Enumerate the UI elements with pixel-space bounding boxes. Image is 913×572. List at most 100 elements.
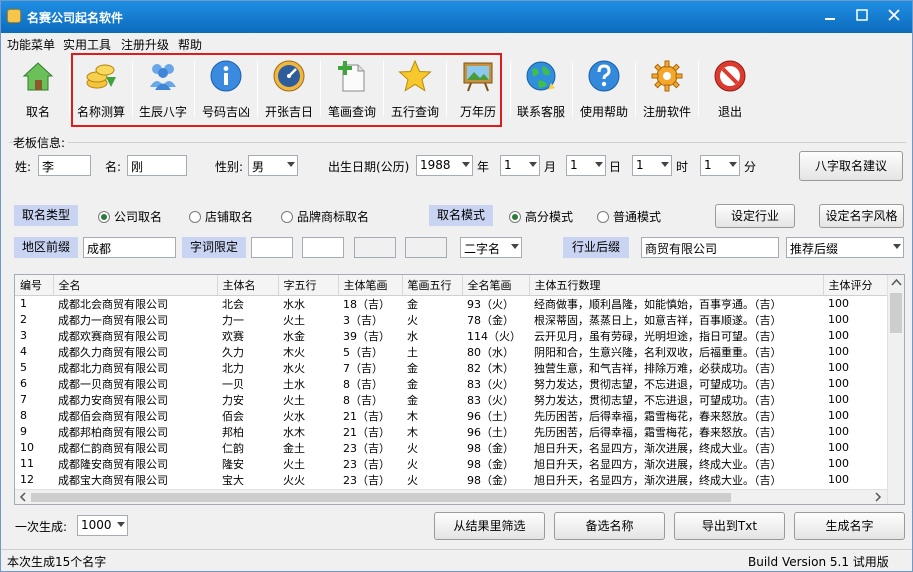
table-cell: 成都宝大商贸有限公司 [58,473,168,487]
table-cell: 成都仁韵商贸有限公司 [58,441,168,455]
table-cell: 21（吉） [343,409,390,423]
tool-register-button[interactable]: 注册软件 [636,57,698,121]
filter-results-button[interactable]: 从结果里筛选 [434,512,545,540]
table-row[interactable]: 8 成都佰会商贸有限公司 佰会 火水 21（吉） 木 96（土） 先历困苦，后得幸福，霜雪梅花… [15,408,889,424]
menu-help[interactable]: 帮助 [178,36,202,53]
radio-company-naming[interactable]: 公司取名 [98,208,162,225]
minimize-icon[interactable] [817,3,843,27]
birth-hour-select[interactable]: 1 [632,155,672,176]
table-cell: 金 [407,393,418,407]
table-cell: 火土 [283,313,305,327]
table-row[interactable]: 7 成都力安商贸有限公司 力安 火土 8（吉） 金 83（火） 努力发达，贯彻志望，不忘进退，… [15,392,889,408]
birth-day-select[interactable]: 1 [566,155,606,176]
scroll-up-icon[interactable] [888,275,905,291]
table-cell: 11 [20,457,34,470]
radio-brand-naming[interactable]: 品牌商标取名 [281,208,369,225]
column-header[interactable]: 字五行 [278,275,339,296]
recommend-suffix-select[interactable]: 推荐后缀 [786,237,904,258]
chevron-down-icon [893,244,901,249]
radio-shop-naming[interactable]: 店铺取名 [189,208,253,225]
column-header[interactable]: 主体五行数理 [529,275,824,296]
table-cell: 8 [20,409,27,422]
results-table: 编号 全名 主体名 字五行 主体笔画 笔画五行 全名笔画 主体五行数理 主体评分 1 成都北会商贸… [14,274,905,505]
table-cell: 6 [20,377,27,390]
vertical-scrollbar[interactable] [887,275,904,504]
scroll-left-icon[interactable] [16,490,30,504]
word-limit-field-1[interactable] [251,237,293,258]
table-row[interactable]: 2 成都力一商贸有限公司 力一 火土 3（吉） 火 78（金） 根深蒂固，蒸蒸日上，如意吉祥，… [15,312,889,328]
generate-names-button[interactable]: 生成名字 [794,512,905,540]
table-cell: 9 [20,425,27,438]
word-limit-field-2[interactable] [302,237,344,258]
given-name-field[interactable]: 刚 [127,155,187,176]
chevron-down-icon [117,522,125,527]
birth-minute-select[interactable]: 1 [700,155,740,176]
column-header[interactable]: 全名笔画 [462,275,530,296]
question-icon [588,60,620,92]
set-name-style-button[interactable]: 设定名字风格 [819,204,904,228]
table-cell: 100 [828,393,849,406]
table-cell: 邦柏 [222,425,244,439]
column-header[interactable]: 主体笔画 [338,275,403,296]
candidate-names-button[interactable]: 备选名称 [554,512,665,540]
table-cell: 80（水） [467,345,514,359]
table-cell: 100 [828,297,849,310]
table-row[interactable]: 5 成都北力商贸有限公司 北力 水火 7（吉） 金 82（木） 独营生意，和气吉祥，排除万难，… [15,360,889,376]
vertical-scroll-thumb[interactable] [890,293,902,333]
table-cell: 旭日升天，名显四方，渐次进展，终成大业。（吉） [534,441,782,455]
menu-function[interactable]: 功能菜单 [7,36,55,53]
bazi-advice-button[interactable]: 八字取名建议 [799,151,903,181]
table-cell: 23（吉） [343,441,390,455]
table-row[interactable]: 1 成都北会商贸有限公司 北会 水水 18（吉） 金 93（火） 经商做事，顺利昌隆，如能慎始… [15,295,889,312]
radio-high-score-mode[interactable]: 高分模式 [509,208,573,225]
tool-naming-button[interactable]: 取名 [7,57,69,121]
table-row[interactable]: 12 成都宝大商贸有限公司 宝大 火火 23（吉） 火 98（金） 旭日升天，名显四方，渐次进… [15,472,889,488]
table-row[interactable]: 9 成都邦柏商贸有限公司 邦柏 水木 21（吉） 木 96（土） 先历困苦，后得幸福，霜雪梅花… [15,424,889,440]
table-row[interactable]: 6 成都一贝商贸有限公司 一贝 土水 8（吉） 金 83（火） 努力发达，贯彻志望，不忘进退，… [15,376,889,392]
naming-type-tag: 取名类型 [14,205,78,226]
menu-tools[interactable]: 实用工具 [63,36,111,53]
horizontal-scroll-thumb[interactable] [31,493,731,502]
chevron-down-icon [511,244,519,249]
column-header[interactable]: 笔画五行 [402,275,463,296]
results-grid: 编号 全名 主体名 字五行 主体笔画 笔画五行 全名笔画 主体五行数理 主体评分 1 成都北会商贸… [15,275,890,504]
table-cell: 土水 [283,377,305,391]
close-icon[interactable] [881,3,907,27]
name-length-select[interactable]: 二字名 [460,237,522,258]
region-prefix-field[interactable]: 成都 [83,237,176,258]
set-industry-button[interactable]: 设定行业 [715,204,795,228]
radio-normal-mode[interactable]: 普通模式 [597,208,661,225]
radio-label: 店铺取名 [205,210,254,224]
menu-register[interactable]: 注册升级 [121,36,169,53]
table-cell: 98（金） [467,473,514,487]
table-cell: 100 [828,361,849,374]
column-header[interactable]: 主体评分 [823,275,890,296]
word-limit-field-3[interactable] [354,237,396,258]
tool-exit-button[interactable]: 退出 [699,57,761,121]
surname-field[interactable]: 李 [38,155,91,176]
tool-help-button[interactable]: 使用帮助 [573,57,635,121]
maximize-icon[interactable] [849,3,875,27]
column-header[interactable]: 全名 [53,275,218,296]
table-row[interactable]: 11 成都隆安商贸有限公司 隆安 火土 23（吉） 火 98（金） 旭日升天，名显四方，渐次进… [15,456,889,472]
generate-count-select[interactable]: 1000 [77,515,128,536]
industry-suffix-field[interactable]: 商贸有限公司 [641,237,779,258]
birth-year-select[interactable]: 1988 [416,155,473,176]
word-limit-field-4[interactable] [405,237,447,258]
horizontal-scrollbar[interactable] [15,489,887,504]
gender-select[interactable]: 男 [248,155,298,176]
table-row[interactable]: 3 成都欢赛商贸有限公司 欢赛 水金 39（吉） 水 114（火） 云开见月，虽有劳碌，光明坦… [15,328,889,344]
table-row[interactable]: 10 成都仁韵商贸有限公司 仁韵 金土 23（吉） 火 98（金） 旭日升天，名显四方，渐次进… [15,440,889,456]
column-header[interactable]: 编号 [15,275,54,296]
menu-bar: 功能菜单 实用工具 注册升级 帮助 [1,33,912,53]
birth-month-select[interactable]: 1 [500,155,540,176]
generate-count-value: 1000 [81,518,112,532]
column-header[interactable]: 主体名 [217,275,279,296]
table-cell: 5 [20,361,27,374]
table-row[interactable]: 4 成都久力商贸有限公司 久力 木火 5（吉） 土 80（水） 阴阳和合，生意兴隆，名利双收，… [15,344,889,360]
tool-contact-service-button[interactable]: 联系客服 [510,57,572,121]
table-cell: 成都隆安商贸有限公司 [58,457,168,471]
scroll-right-icon[interactable] [871,490,885,504]
export-txt-button[interactable]: 导出到Txt [674,512,785,540]
table-cell: 成都欢赛商贸有限公司 [58,329,168,343]
